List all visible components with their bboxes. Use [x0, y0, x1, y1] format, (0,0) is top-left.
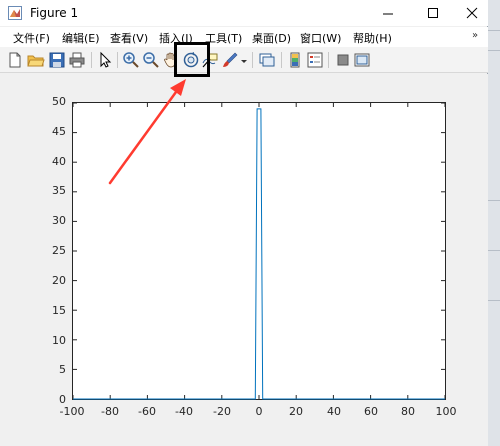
background-window-edge [487, 0, 500, 446]
figure-window: Figure 1 文件(F) 编辑(E) 查看(V) 插入(I) 工具(T) 桌… [0, 0, 488, 446]
annotation-arrow-icon [108, 79, 186, 185]
